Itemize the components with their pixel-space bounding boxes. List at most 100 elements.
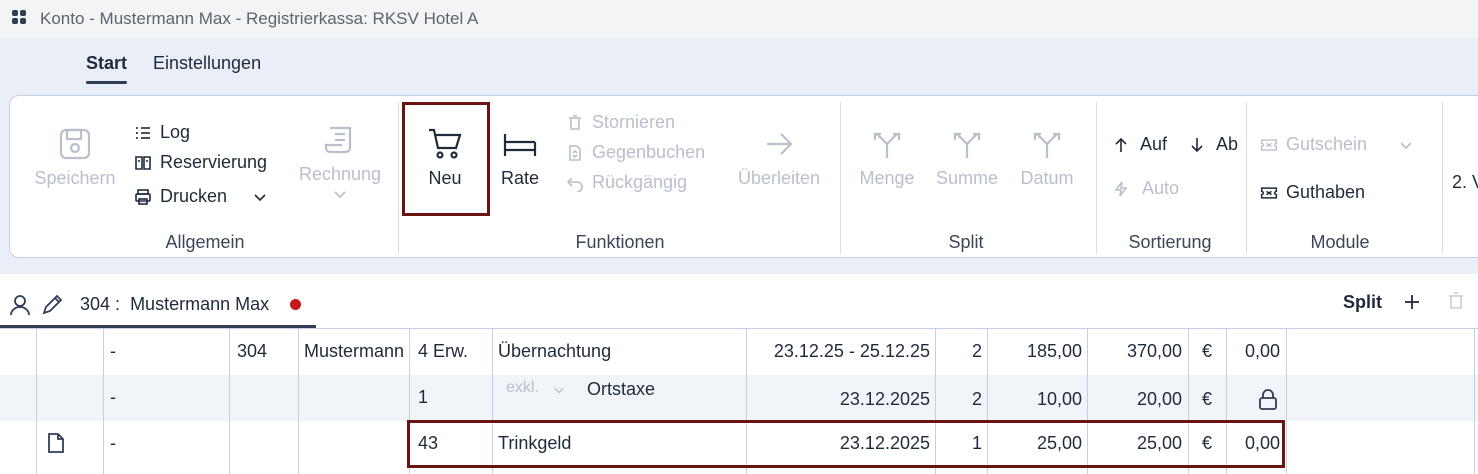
cell-guest: Mustermann [304,341,405,361]
rueckgaengig-label: Rückgängig [592,172,688,192]
sort-ab-button[interactable]: Ab [1188,134,1238,155]
arrow-up-icon [1115,137,1127,152]
summe-label: Summe [935,168,998,188]
trash-icon[interactable] [1448,292,1464,310]
cell-marker: - [110,387,116,407]
group-separator [1246,102,1247,254]
sort-auf-button[interactable]: Auf [1112,134,1167,155]
stornieren-button[interactable]: Stornieren [566,112,675,133]
document-icon[interactable] [47,432,65,454]
book-icon [135,155,151,170]
table-row[interactable]: - 304 Mustermann 4 Erw. Übernachtung 23.… [0,329,1478,375]
cell-currency: € [1202,341,1213,361]
datum-label: Datum [1020,168,1074,188]
ticket-icon [1260,138,1278,151]
group-separator [840,102,841,254]
cell-description: Ortstaxe [587,379,656,399]
trash-icon [569,114,581,130]
ticket-icon [1260,186,1278,199]
tax-mode-value: exkl. [506,379,539,396]
plus-icon[interactable] [1404,294,1420,310]
gutschein-label: Gutschein [1286,134,1368,154]
gutschein-button[interactable]: Gutschein [1260,134,1413,155]
cell-extra: 0,00 [1244,341,1280,361]
group-separator [1096,102,1097,254]
lightning-icon [1114,181,1128,196]
guest-tab[interactable]: 304 : Mustermann Max [0,274,316,328]
row-highlight-frame [407,420,1285,468]
drucken-button[interactable]: Drucken [134,186,267,207]
cell-total: 20,00 [1136,389,1182,409]
drucken-label: Drucken [160,186,228,206]
room-label: 304 : [80,294,121,314]
datum-button[interactable]: Datum [1012,124,1082,189]
tab-start[interactable]: Start [86,53,128,84]
table-row[interactable]: - 1 exkl. Ortstaxe 23.12.2025 2 10,00 20… [0,375,1478,421]
cell-date: 23.12.2025 [839,389,930,409]
column-divider [1286,329,1287,474]
cell-count: 2 [971,341,982,361]
chevron-down-icon[interactable] [1399,138,1413,152]
cell-currency: € [1202,389,1213,409]
gegenbuchen-button[interactable]: Gegenbuchen [566,142,705,163]
menge-button[interactable]: Menge [852,124,922,189]
split-button[interactable]: Split [1343,292,1382,313]
ueberleiten-label: Überleiten [737,168,821,188]
lock-icon [1259,389,1277,410]
group-label-funktionen: Funktionen [575,232,665,252]
chevron-down-icon[interactable] [253,190,267,204]
cell-description: Übernachtung [498,341,612,361]
group-separator [398,102,399,254]
cell-price: 10,00 [1036,389,1082,409]
guest-name-text: Mustermann Max [130,294,270,314]
log-button[interactable]: Log [134,122,190,143]
scroll-icon [324,126,352,154]
summe-button[interactable]: Summe [932,124,1002,189]
rate-button[interactable]: Rate [490,124,550,189]
pencil-icon[interactable] [41,294,63,316]
gegenbuchen-label: Gegenbuchen [592,142,706,162]
split-icon [953,132,981,158]
neu-highlight-frame [402,102,490,216]
reservierung-button[interactable]: Reservierung [134,152,267,173]
cell-count: 2 [971,389,982,409]
cell-room: 304 [237,341,268,361]
stornieren-label: Stornieren [592,112,676,132]
rechnung-label: Rechnung [298,164,382,184]
tab-einstellungen[interactable]: Einstellungen [153,53,261,74]
column-divider [298,329,299,474]
group-label-module: Module [1310,232,1370,252]
overflow-group-label: 2. V [1452,172,1478,192]
overflow-group-button[interactable]: 2. V [1452,172,1478,193]
cell-total: 370,00 [1126,341,1182,361]
window-title: Konto - Mustermann Max - Registrierkassa… [40,9,479,28]
speichern-label: Speichern [34,168,116,188]
sort-auf-label: Auf [1140,134,1168,154]
rechnung-button[interactable]: Rechnung [290,120,390,201]
save-icon [59,128,91,160]
split-icon [873,132,901,158]
guest-name: 304 : Mustermann Max [80,294,269,315]
tax-mode-select[interactable]: exkl. [506,375,576,421]
cell-qty: 4 Erw. [418,341,469,361]
arrow-right-icon [767,133,793,155]
rate-label: Rate [500,168,540,188]
menu-tabs: Start Einstellungen [0,38,1478,94]
document-swap-icon [569,144,581,161]
sort-auto-button[interactable]: Auto [1112,178,1179,199]
ribbon-area: Start Einstellungen Speichern Log Reserv… [0,38,1478,274]
rueckgaengig-button[interactable]: Rückgängig [566,172,687,193]
menge-label: Menge [859,168,915,188]
ueberleiten-button[interactable]: Überleiten [724,124,834,189]
printer-icon [135,188,151,205]
group-label-split: Split [948,232,984,252]
app-icon [12,10,26,24]
chevron-down-icon[interactable] [333,187,347,201]
speichern-button[interactable]: Speichern [30,124,120,189]
column-divider [1474,329,1475,474]
cell-marker: - [110,433,116,453]
sort-auto-label: Auto [1142,178,1180,198]
guthaben-button[interactable]: Guthaben [1260,182,1365,203]
column-divider [103,329,104,474]
ribbon-toolbar: Speichern Log Reservierung Drucken Rechn… [9,95,1478,258]
